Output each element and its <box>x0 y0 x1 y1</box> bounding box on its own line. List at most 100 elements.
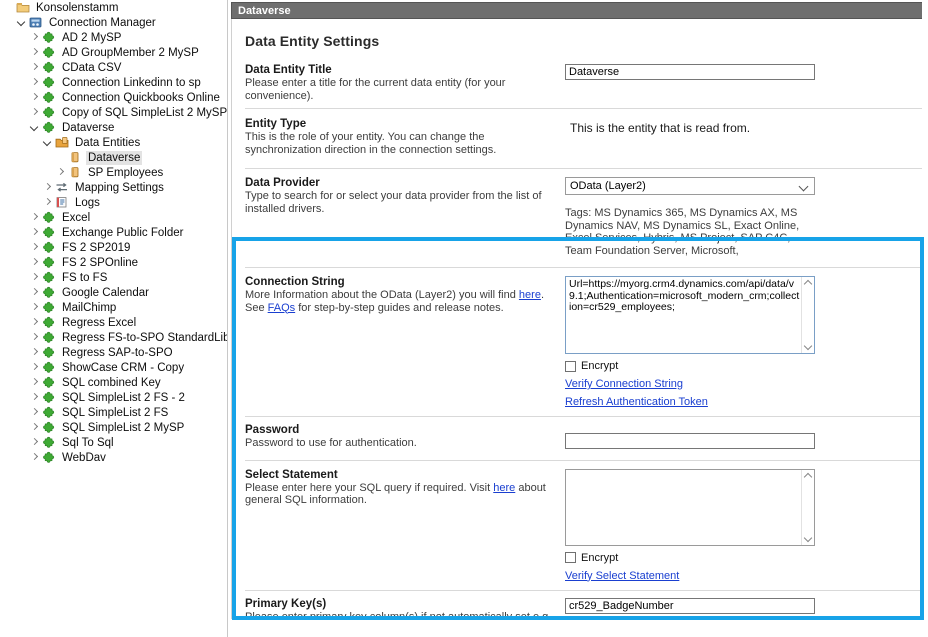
connection-tree-panel[interactable]: KonsolenstammConnection ManagerAD 2 MySP… <box>0 0 228 637</box>
page-title: Data Entity Settings <box>245 33 922 49</box>
tree-item-exchange-public-folder[interactable]: Exchange Public Folder <box>0 225 227 240</box>
tree-item-fs-to-fs[interactable]: FS to FS <box>0 270 227 285</box>
select-statement-here-link[interactable]: here <box>493 482 515 494</box>
chevron-right-icon[interactable] <box>28 376 41 389</box>
tree-item-sql-to-sql[interactable]: Sql To Sql <box>0 435 227 450</box>
refresh-authentication-token-link[interactable]: Refresh Authentication Token <box>565 396 708 408</box>
connection-string-encrypt-checkbox[interactable] <box>565 361 576 372</box>
select-statement-encrypt-row[interactable]: Encrypt <box>565 552 922 564</box>
chevron-down-icon[interactable] <box>15 16 28 29</box>
connection-string-textarea[interactable]: Url=https://myorg.crm4.dynamics.com/api/… <box>565 276 815 354</box>
tree-item-ad-2-mysp[interactable]: AD 2 MySP <box>0 30 227 45</box>
chevron-right-icon[interactable] <box>41 196 54 209</box>
primary-keys-labels: Primary Key(s) Please enter primary key … <box>245 598 565 620</box>
tree-item-label: AD GroupMember 2 MySP <box>60 46 201 60</box>
tree-item-regress-excel[interactable]: Regress Excel <box>0 315 227 330</box>
connection-manager-icon <box>28 16 44 30</box>
verify-connection-string-link[interactable]: Verify Connection String <box>565 378 683 390</box>
scroll-up-icon[interactable] <box>804 280 812 288</box>
data-provider-select[interactable]: OData (Layer2) <box>565 177 815 195</box>
tree-item-sql-simplelist-2-mysp[interactable]: SQL SimpleList 2 MySP <box>0 420 227 435</box>
tree-item-fs-2-sp2019[interactable]: FS 2 SP2019 <box>0 240 227 255</box>
tree-item-sql-combined-key[interactable]: SQL combined Key <box>0 375 227 390</box>
chevron-right-icon[interactable] <box>28 256 41 269</box>
select-statement-value <box>566 470 814 474</box>
tree-item-mailchimp[interactable]: MailChimp <box>0 300 227 315</box>
chevron-right-icon[interactable] <box>28 106 41 119</box>
connection-icon <box>41 301 57 315</box>
chevron-right-icon[interactable] <box>28 226 41 239</box>
mapping-settings-icon <box>54 181 70 195</box>
tree-item-sp-employees[interactable]: SP Employees <box>0 165 227 180</box>
connection-string-encrypt-row[interactable]: Encrypt <box>565 360 922 372</box>
scroll-down-icon[interactable] <box>804 533 812 541</box>
chevron-right-icon[interactable] <box>28 286 41 299</box>
tree-item-sql-simplelist-2-fs-2[interactable]: SQL SimpleList 2 FS - 2 <box>0 390 227 405</box>
tree-item-logs[interactable]: Logs <box>0 195 227 210</box>
primary-keys-input[interactable] <box>565 598 815 614</box>
tree-item-label: Connection Linkedinn to sp <box>60 76 203 90</box>
tree-item-regress-fs-to-spo-standardlibrary[interactable]: Regress FS-to-SPO StandardLibrary <box>0 330 227 345</box>
tree-item-webdav[interactable]: WebDav <box>0 450 227 465</box>
tree-item-regress-sap-to-spo[interactable]: Regress SAP-to-SPO <box>0 345 227 360</box>
settings-pane: Dataverse Data Entity Settings Data Enti… <box>231 0 928 637</box>
chevron-right-icon[interactable] <box>28 346 41 359</box>
tree-item-connection-manager[interactable]: Connection Manager <box>0 15 227 30</box>
tree-item-dataverse[interactable]: Dataverse <box>0 150 227 165</box>
data-entity-title-label: Data Entity Title <box>245 64 557 76</box>
primary-keys-description: Please enter primary key column(s) if no… <box>245 611 557 620</box>
chevron-right-icon[interactable] <box>28 436 41 449</box>
tree-item-label: Logs <box>73 196 102 210</box>
select-statement-encrypt-checkbox[interactable] <box>565 552 576 563</box>
select-statement-scrollbar[interactable] <box>801 470 814 545</box>
chevron-right-icon[interactable] <box>28 406 41 419</box>
folder-icon <box>15 1 31 15</box>
tree-item-ad-groupmember-2-mysp[interactable]: AD GroupMember 2 MySP <box>0 45 227 60</box>
password-input[interactable] <box>565 433 815 449</box>
chevron-right-icon[interactable] <box>28 76 41 89</box>
tree-item-google-calendar[interactable]: Google Calendar <box>0 285 227 300</box>
select-statement-textarea[interactable] <box>565 469 815 546</box>
tree-item-excel[interactable]: Excel <box>0 210 227 225</box>
tree-item-showcase-crm-copy[interactable]: ShowCase CRM - Copy <box>0 360 227 375</box>
chevron-right-icon[interactable] <box>28 361 41 374</box>
chevron-right-icon[interactable] <box>28 61 41 74</box>
scroll-down-icon[interactable] <box>804 342 812 350</box>
chevron-right-icon[interactable] <box>28 91 41 104</box>
tree-item-fs-2-sponline[interactable]: FS 2 SPOnline <box>0 255 227 270</box>
tree-item-connection-quickbooks-online[interactable]: Connection Quickbooks Online <box>0 90 227 105</box>
tree-item-dataverse[interactable]: Dataverse <box>0 120 227 135</box>
tree-item-connection-linkedinn-to-sp[interactable]: Connection Linkedinn to sp <box>0 75 227 90</box>
scroll-up-icon[interactable] <box>804 472 812 480</box>
tree-item-sql-simplelist-2-fs[interactable]: SQL SimpleList 2 FS <box>0 405 227 420</box>
chevron-right-icon[interactable] <box>28 211 41 224</box>
tree-item-cdata-csv[interactable]: CData CSV <box>0 60 227 75</box>
connection-string-faqs-link[interactable]: FAQs <box>268 302 296 314</box>
tree-item-data-entities[interactable]: Data Entities <box>0 135 227 150</box>
chevron-right-icon[interactable] <box>28 271 41 284</box>
data-entity-title-input[interactable] <box>565 64 815 80</box>
chevron-right-icon[interactable] <box>28 301 41 314</box>
connection-icon <box>41 361 57 375</box>
connection-icon <box>41 271 57 285</box>
chevron-right-icon[interactable] <box>28 241 41 254</box>
tree-list[interactable]: KonsolenstammConnection ManagerAD 2 MySP… <box>0 0 227 465</box>
chevron-down-icon[interactable] <box>41 136 54 149</box>
chevron-right-icon[interactable] <box>28 391 41 404</box>
chevron-down-icon[interactable] <box>28 121 41 134</box>
chevron-right-icon[interactable] <box>28 316 41 329</box>
connection-string-scrollbar[interactable] <box>801 277 814 353</box>
chevron-right-icon[interactable] <box>28 451 41 464</box>
tree-item-konsolenstamm[interactable]: Konsolenstamm <box>0 0 227 15</box>
chevron-right-icon[interactable] <box>28 331 41 344</box>
chevron-right-icon[interactable] <box>28 46 41 59</box>
connection-string-here-link[interactable]: here <box>519 289 541 301</box>
tree-item-label: Connection Quickbooks Online <box>60 91 222 105</box>
chevron-right-icon[interactable] <box>28 421 41 434</box>
chevron-right-icon[interactable] <box>41 181 54 194</box>
chevron-right-icon[interactable] <box>28 31 41 44</box>
tree-item-copy-of-sql-simplelist-2-mysp[interactable]: Copy of SQL SimpleList 2 MySP <box>0 105 227 120</box>
chevron-right-icon[interactable] <box>54 166 67 179</box>
tree-item-mapping-settings[interactable]: Mapping Settings <box>0 180 227 195</box>
verify-select-statement-link[interactable]: Verify Select Statement <box>565 570 679 582</box>
